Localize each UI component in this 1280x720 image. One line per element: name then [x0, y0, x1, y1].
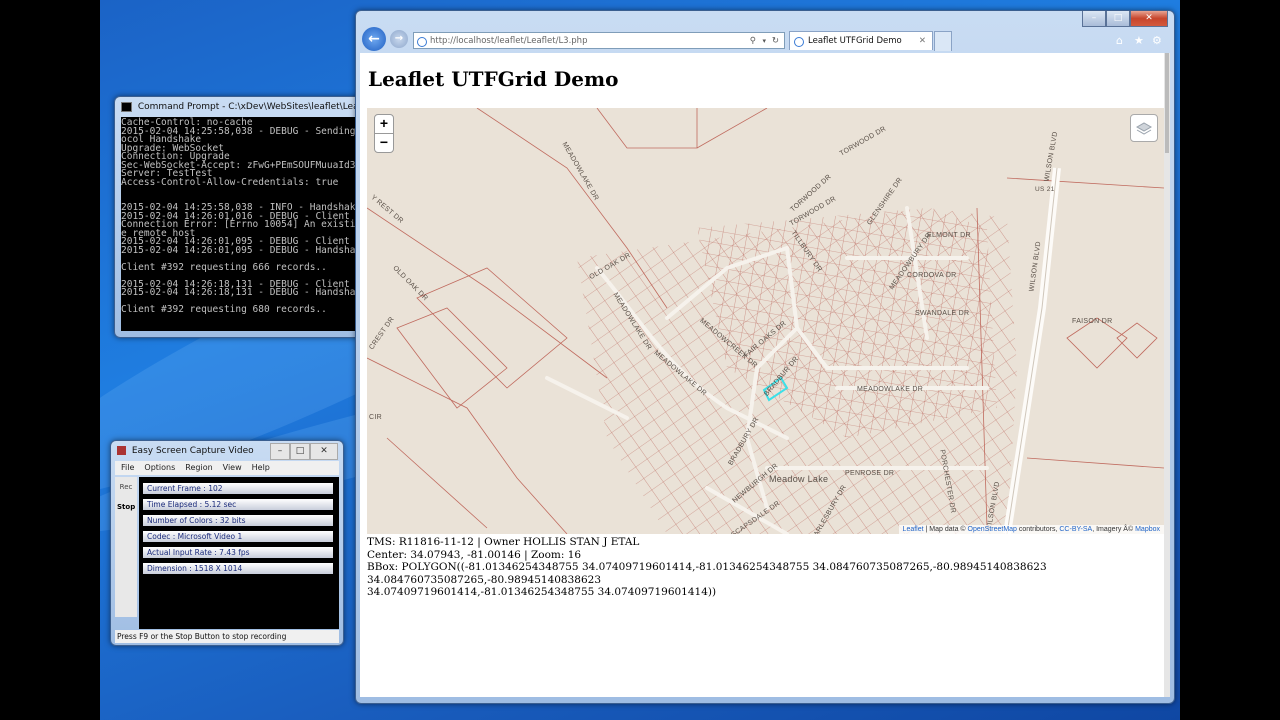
menu-view[interactable]: View	[223, 461, 242, 475]
osm-link[interactable]: OpenStreetMap	[968, 526, 1017, 533]
stop-button[interactable]: Stop	[115, 497, 137, 517]
stat-time-elapsed: Time Elapsed : 5.12 sec	[143, 499, 333, 510]
search-icon[interactable]: ⚲	[750, 33, 756, 50]
menu-help[interactable]: Help	[252, 461, 270, 475]
dropdown-icon[interactable]: ▾	[762, 33, 766, 50]
zoom-out-button[interactable]: −	[374, 133, 394, 153]
map-label: CORDOVA DR	[907, 272, 957, 279]
zoom-in-button[interactable]: +	[374, 114, 394, 134]
forward-arrow-icon[interactable]: →	[390, 30, 408, 48]
console-output-area[interactable]: Cache-Control: no-cache 2015-02-04 14:25…	[121, 117, 359, 331]
map-attribution: Leaflet | Map data © OpenStreetMap contr…	[898, 525, 1164, 534]
browser-nav-bar: ← → http://localhost/leaflet/Leaflet/L3.…	[356, 27, 1174, 55]
maximize-button[interactable]: □	[290, 443, 310, 460]
maximize-button[interactable]: □	[1106, 11, 1130, 27]
menu-options[interactable]: Options	[144, 461, 175, 475]
center-zoom-line: Center: 34.07943, -81.00146 | Zoom: 16	[367, 548, 582, 561]
menu-region[interactable]: Region	[185, 461, 212, 475]
screen-capture-window[interactable]: Easy Screen Capture Video – □ ✕ File Opt…	[110, 440, 344, 646]
license-link[interactable]: CC-BY-SA	[1059, 526, 1092, 533]
menu-file[interactable]: File	[121, 461, 134, 475]
capture-stats-panel: Current Frame : 102 Time Elapsed : 5.12 …	[139, 477, 339, 629]
page-scrollbar[interactable]	[1164, 53, 1170, 697]
map-label: CIR	[369, 414, 382, 421]
capture-title: Easy Screen Capture Video	[117, 441, 254, 461]
tab-title: Leaflet UTFGrid Demo	[808, 36, 902, 46]
tms-owner-line: TMS: R11816-11-12 | Owner HOLLIS STAN J …	[367, 536, 640, 548]
back-arrow-icon[interactable]: ←	[362, 27, 386, 51]
capture-menu-bar: File Options Region View Help	[115, 461, 339, 475]
stat-current-frame: Current Frame : 102	[143, 483, 333, 494]
attribution-text: | Map data ©	[923, 526, 968, 533]
map-label-water: Meadow Lake	[769, 474, 829, 484]
address-bar[interactable]: http://localhost/leaflet/Leaflet/L3.php …	[413, 32, 785, 49]
map-label: MEADOWLAKE DR	[857, 386, 924, 393]
browser-window[interactable]: – □ ✕ ← → http://localhost/leaflet/Leafl…	[355, 10, 1175, 704]
mapbox-link[interactable]: Mapbox	[1135, 526, 1160, 533]
attribution-text: contributors,	[1016, 526, 1060, 533]
page-favicon-icon	[417, 37, 427, 47]
scrollbar-thumb[interactable]	[1165, 53, 1169, 153]
cmd-icon	[121, 101, 132, 112]
capture-app-icon	[117, 446, 126, 455]
leaflet-map[interactable]: TORWOOD DR TORWOOD DR TORWOOD DR US 21 W…	[367, 108, 1164, 534]
map-label: PENROSE DR	[845, 470, 895, 477]
capture-status-bar: Press F9 or the Stop Button to stop reco…	[115, 630, 339, 643]
capture-side-toolbar: Rec Stop	[115, 477, 137, 617]
map-label: FAISON DR	[1072, 318, 1113, 325]
layers-control-icon[interactable]	[1130, 114, 1158, 142]
map-label: US 21	[1035, 186, 1055, 193]
page-title: Leaflet UTFGrid Demo	[368, 67, 619, 91]
command-prompt-window[interactable]: Command Prompt - C:\xDev\WebSites\leafle…	[114, 96, 396, 338]
rec-button[interactable]: Rec	[115, 477, 137, 497]
settings-gear-icon[interactable]: ⚙	[1152, 34, 1162, 47]
url-text: http://localhost/leaflet/Leaflet/L3.php	[430, 36, 588, 46]
stat-input-rate: Actual Input Rate : 7.43 fps	[143, 547, 333, 558]
leaflet-link[interactable]: Leaflet	[903, 526, 924, 533]
tab-favicon-icon	[794, 37, 804, 47]
new-tab-button[interactable]	[934, 31, 952, 51]
bbox-line-continued: 34.07409719601414,-81.01346254348755 34.…	[367, 586, 717, 598]
stat-dimension: Dimension : 1518 X 1014	[143, 563, 333, 574]
tab-close-icon[interactable]: ✕	[919, 32, 926, 51]
refresh-icon[interactable]: ↻	[772, 33, 779, 50]
console-output-text: Cache-Control: no-cache 2015-02-04 14:25…	[121, 117, 356, 315]
home-icon[interactable]: ⌂	[1116, 34, 1123, 47]
parcel-info: TMS: R11816-11-12 | Owner HOLLIS STAN J …	[367, 536, 1170, 599]
close-button[interactable]: ✕	[1130, 11, 1168, 27]
attribution-text: , Imagery Â©	[1092, 526, 1136, 533]
close-button[interactable]: ✕	[310, 443, 338, 460]
minimize-button[interactable]: –	[270, 443, 290, 460]
tab-leaflet-utfgrid-demo[interactable]: Leaflet UTFGrid Demo ✕	[789, 31, 933, 50]
stat-codec: Codec : Microsoft Video 1	[143, 531, 333, 542]
stat-number-of-colors: Number of Colors : 32 bits	[143, 515, 333, 526]
map-label: ELMONT DR	[927, 232, 971, 239]
map-label: SWANDALE DR	[915, 310, 970, 317]
minimize-button[interactable]: –	[1082, 11, 1106, 27]
favorites-star-icon[interactable]: ★	[1134, 34, 1144, 47]
bbox-line: BBox: POLYGON((-81.01346254348755 34.074…	[367, 561, 1047, 586]
capture-title-text: Easy Screen Capture Video	[131, 446, 254, 456]
browser-page: Leaflet UTFGrid Demo TORWOOD DR TORWOOD …	[360, 53, 1170, 697]
